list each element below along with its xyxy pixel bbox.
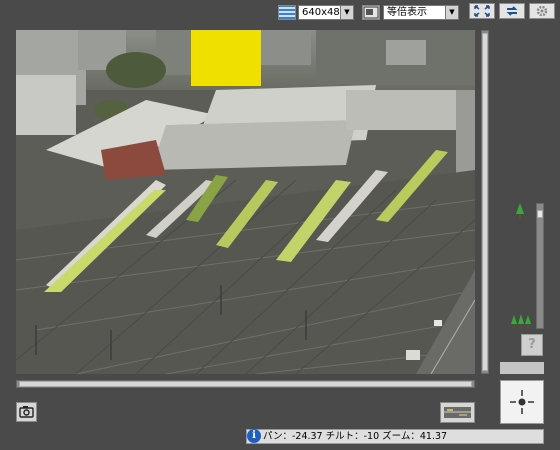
help-button[interactable]: ? bbox=[521, 334, 543, 356]
privacy-mask-overlay bbox=[191, 30, 261, 86]
chevron-down-icon: ▼ bbox=[445, 6, 458, 19]
display-mode-value: 等倍表示 bbox=[387, 7, 427, 18]
pan-scrollbar[interactable] bbox=[16, 380, 475, 388]
resolution-select[interactable]: 640x480 ▼ bbox=[298, 5, 354, 20]
home-position-button[interactable] bbox=[500, 380, 544, 424]
tilt-scrollbar[interactable] bbox=[481, 30, 489, 374]
camera-image bbox=[16, 30, 475, 374]
info-icon: i bbox=[247, 429, 261, 443]
refresh-button[interactable] bbox=[499, 3, 525, 19]
gear-icon bbox=[536, 5, 548, 17]
settings-button[interactable] bbox=[529, 3, 555, 19]
zoom-slider-thumb[interactable] bbox=[537, 210, 543, 218]
preset-button[interactable] bbox=[440, 402, 475, 423]
refresh-icon bbox=[506, 6, 518, 16]
control-panel-divider bbox=[500, 362, 544, 374]
resolution-grid-icon[interactable] bbox=[278, 5, 296, 20]
camera-view[interactable] bbox=[16, 30, 475, 374]
snapshot-button[interactable] bbox=[16, 402, 37, 422]
question-icon: ? bbox=[528, 337, 536, 352]
display-mode-icon[interactable] bbox=[362, 5, 380, 20]
camera-icon bbox=[19, 406, 34, 418]
fit-window-button[interactable] bbox=[469, 3, 495, 19]
single-tree-icon bbox=[516, 203, 524, 219]
ptz-status-bar: パン：-24.37 チルト：-10 ズーム：41.37 bbox=[246, 429, 544, 444]
ptz-status-text: パン：-24.37 チルト：-10 ズーム：41.37 bbox=[263, 431, 448, 442]
preset-thumbnail-icon bbox=[444, 407, 471, 418]
pan-scrollbar-thumb[interactable] bbox=[19, 381, 472, 387]
fit-window-icon bbox=[474, 5, 490, 17]
zoom-slider[interactable] bbox=[536, 203, 544, 329]
home-position-icon bbox=[510, 390, 534, 414]
tilt-scrollbar-thumb[interactable] bbox=[482, 33, 488, 371]
chevron-down-icon: ▼ bbox=[340, 6, 353, 19]
three-trees-icon bbox=[511, 314, 531, 329]
display-mode-select[interactable]: 等倍表示 ▼ bbox=[383, 5, 459, 20]
